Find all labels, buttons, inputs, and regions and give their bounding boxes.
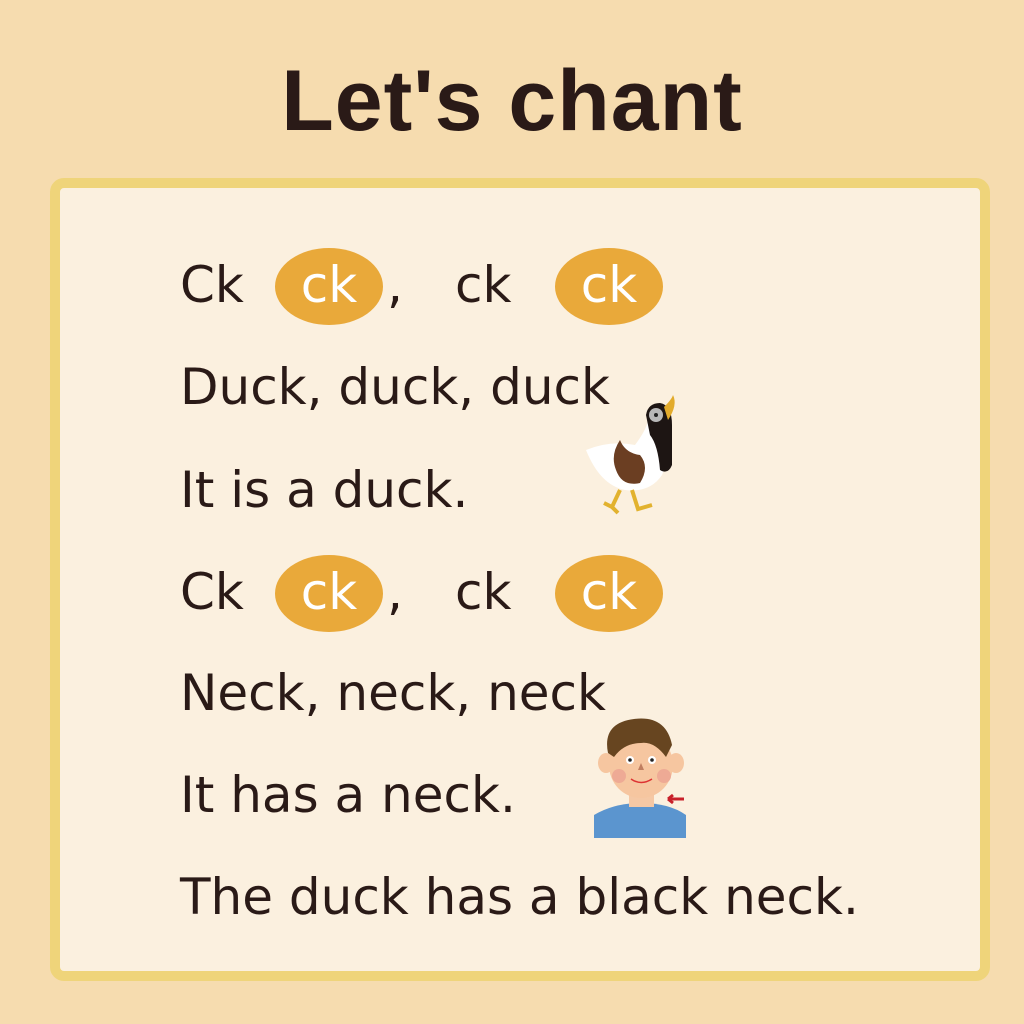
page-title: Let's chant (281, 53, 743, 149)
comma: , (387, 256, 403, 314)
ck-highlight: ck (555, 555, 663, 632)
chant-word: Ck (180, 563, 244, 621)
boy-neck-illustration (594, 718, 686, 838)
chant-word: Ck (180, 256, 244, 314)
chant-line-3: It is a duck. (180, 461, 469, 519)
chant-word: ck (455, 256, 512, 314)
chant-word: ck (455, 563, 512, 621)
chant-line-5: Neck, neck, neck (180, 664, 606, 722)
chant-line-6: It has a neck. (180, 766, 516, 824)
ck-highlight: ck (275, 555, 383, 632)
ck-highlight: ck (555, 248, 663, 325)
chant-line-2: Duck, duck, duck (180, 358, 610, 416)
duck-illustration (586, 395, 675, 515)
chant-line-4: Ck ck , ck ck (180, 552, 780, 632)
chant-line-1: Ck ck , ck ck (180, 245, 780, 325)
ck-highlight: ck (275, 248, 383, 325)
chant-line-7: The duck has a black neck. (180, 868, 859, 926)
comma: , (387, 563, 403, 621)
